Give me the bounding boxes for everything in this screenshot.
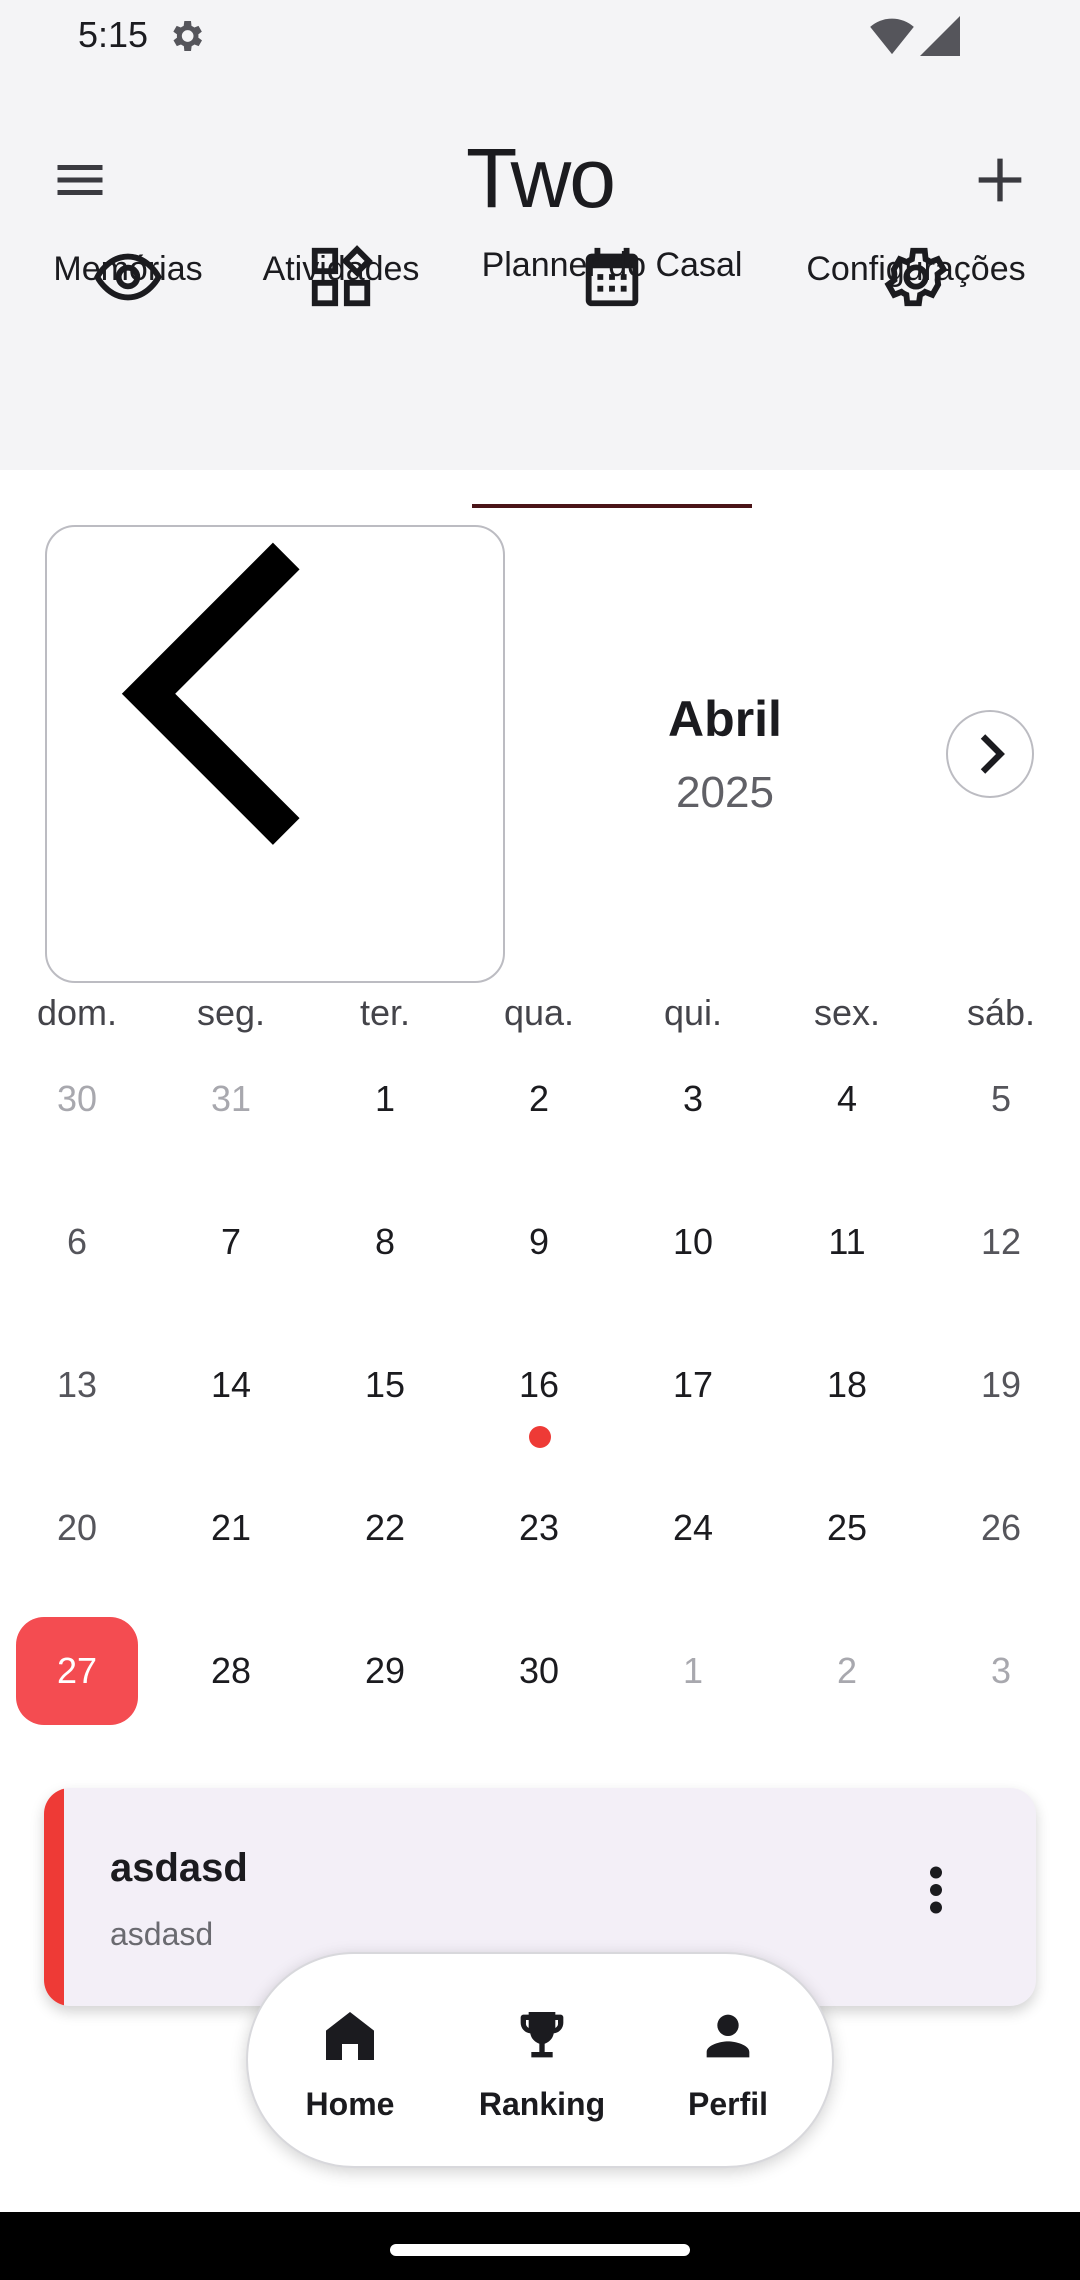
calendar-day[interactable]: 24	[616, 1507, 770, 1549]
event-description: asdasd	[110, 1916, 214, 1952]
calendar-day[interactable]: 2	[770, 1650, 924, 1692]
calendar-day[interactable]: 25	[770, 1507, 924, 1549]
weekday-label: sex.	[813, 992, 881, 1033]
calendar-day[interactable]: 29	[308, 1650, 462, 1692]
calendar-day[interactable]: 30	[0, 1078, 154, 1120]
calendar-day[interactable]: 13	[0, 1364, 154, 1406]
weekday-label: qua.	[503, 992, 575, 1033]
tab-atividades[interactable]: Atividades	[246, 70, 436, 307]
previous-month-button[interactable]	[45, 525, 505, 983]
calendar-day[interactable]: 8	[308, 1221, 462, 1263]
bottom-navigation: Home Ranking Perfil	[246, 1952, 834, 2168]
tab-indicator	[472, 504, 752, 508]
calendar-icon	[577, 156, 647, 307]
tab-planner[interactable]: Planner do Casal	[462, 70, 762, 307]
weekday-label: ter.	[359, 992, 411, 1033]
year-label: 2025	[676, 768, 774, 817]
calendar-day[interactable]: 1	[308, 1078, 462, 1120]
calendar-day[interactable]: 17	[616, 1364, 770, 1406]
tab-label: Atividades	[262, 250, 420, 288]
calendar-day[interactable]: 14	[154, 1364, 308, 1406]
nav-home[interactable]: Home	[258, 1954, 442, 2170]
weekday-label: seg.	[196, 992, 266, 1033]
event-indicator-dot	[529, 1426, 551, 1448]
month-name: Abril	[668, 691, 782, 747]
weekday-label: dom.	[36, 992, 118, 1033]
home-icon	[318, 2004, 382, 2068]
calendar-day[interactable]: 9	[462, 1221, 616, 1263]
calendar-day[interactable]: 4	[770, 1078, 924, 1120]
status-icons	[870, 16, 960, 61]
nav-perfil[interactable]: Perfil	[636, 1954, 820, 2170]
nav-ranking[interactable]: Ranking	[450, 1954, 634, 2170]
chevron-left-icon	[121, 542, 300, 845]
tab-memorias[interactable]: Memórias	[30, 70, 226, 301]
person-icon	[696, 2004, 760, 2068]
event-title: asdasd	[110, 1846, 248, 1890]
calendar-day[interactable]: 10	[616, 1221, 770, 1263]
calendar-day[interactable]: 1	[616, 1650, 770, 1692]
widgets-icon	[306, 156, 376, 307]
calendar-day[interactable]: 5	[924, 1078, 1078, 1120]
calendar-day[interactable]: 30	[462, 1650, 616, 1692]
calendar-day[interactable]: 3	[616, 1078, 770, 1120]
home-gesture-handle[interactable]	[390, 2244, 690, 2256]
more-vertical-icon	[930, 1866, 942, 1914]
wifi-icon	[870, 16, 914, 61]
calendar-day[interactable]: 23	[462, 1507, 616, 1549]
calendar-day[interactable]: 20	[0, 1507, 154, 1549]
chevron-right-icon	[980, 734, 1005, 774]
tab-bar: Memórias Atividades Planner do Casal Con…	[0, 245, 1080, 508]
status-bar: 5:15	[0, 0, 1080, 70]
event-color-stripe	[44, 1788, 64, 2006]
nav-label: Perfil	[687, 2086, 769, 2122]
weekday-label: sáb.	[966, 992, 1036, 1033]
calendar-day[interactable]: 7	[154, 1221, 308, 1263]
nav-label: Ranking	[478, 2086, 606, 2122]
calendar-day[interactable]: 15	[308, 1364, 462, 1406]
gear-icon	[881, 156, 951, 307]
trophy-icon	[510, 2004, 574, 2068]
calendar-day[interactable]: 22	[308, 1507, 462, 1549]
calendar-day[interactable]: 18	[770, 1364, 924, 1406]
calendar-day[interactable]: 12	[924, 1221, 1078, 1263]
weekday-label: qui.	[663, 992, 723, 1033]
signal-icon	[920, 16, 960, 61]
tab-label: Configurações	[806, 250, 1026, 288]
calendar-day-today[interactable]: 27	[0, 1650, 154, 1692]
calendar-day[interactable]: 3	[924, 1650, 1078, 1692]
calendar-day[interactable]: 6	[0, 1221, 154, 1263]
nav-label: Home	[305, 2086, 395, 2122]
tab-label: Memórias	[53, 250, 203, 288]
calendar-day[interactable]: 26	[924, 1507, 1078, 1549]
tab-configuracoes[interactable]: Configurações	[784, 70, 1048, 307]
calendar-day[interactable]: 28	[154, 1650, 308, 1692]
calendar-day[interactable]: 19	[924, 1364, 1078, 1406]
event-more-button[interactable]	[916, 1860, 956, 1920]
status-time: 5:15	[78, 14, 149, 55]
calendar-day[interactable]: 16	[462, 1364, 616, 1406]
settings-icon	[166, 16, 206, 56]
top-app-bar: Two Memórias Atividades Planner do Casal	[0, 70, 1080, 508]
calendar-day[interactable]: 31	[154, 1078, 308, 1120]
calendar-day[interactable]: 11	[770, 1221, 924, 1263]
next-month-button[interactable]	[946, 710, 1034, 798]
eye-icon	[93, 156, 163, 301]
tab-label: Planner do Casal	[481, 246, 743, 284]
calendar-day[interactable]: 2	[462, 1078, 616, 1120]
calendar-day[interactable]: 21	[154, 1507, 308, 1549]
